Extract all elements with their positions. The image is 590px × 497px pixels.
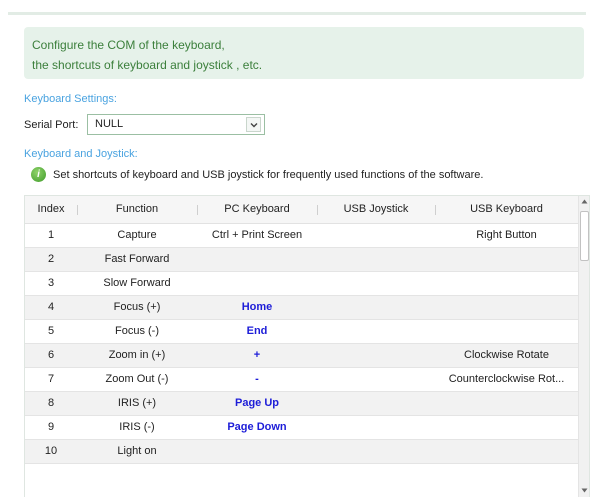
dropdown-button[interactable] <box>246 117 261 132</box>
cell-pc-keyboard[interactable]: Page Up <box>197 392 317 415</box>
cell-usb-keyboard[interactable]: Counterclockwise Rot... <box>435 368 578 391</box>
cell-usb-joystick[interactable] <box>317 224 435 247</box>
cell-index: 9 <box>47 421 55 433</box>
serial-port-label: Serial Port: <box>24 119 79 131</box>
table-row[interactable]: 7 Zoom Out (-) - Counterclockwise Rot... <box>25 368 578 392</box>
table-row[interactable]: 6 Zoom in (+) + Clockwise Rotate <box>25 344 578 368</box>
cell-function: Focus (-) <box>115 325 159 337</box>
cell-index: 3 <box>47 277 55 289</box>
cell-usb-keyboard[interactable] <box>435 440 578 463</box>
table-row[interactable]: 2 Fast Forward <box>25 248 578 272</box>
cell-usb-keyboard[interactable] <box>435 272 578 295</box>
table-row[interactable]: 4 Focus (+) Home <box>25 296 578 320</box>
cell-pc-keyboard[interactable]: End <box>197 320 317 343</box>
cell-usb-joystick[interactable] <box>317 392 435 415</box>
column-header-usb-keyboard[interactable]: USB Keyboard <box>435 196 578 223</box>
vertical-scrollbar[interactable] <box>578 196 589 497</box>
top-bar <box>0 0 590 16</box>
info-icon: i <box>31 167 46 182</box>
cell-pc-keyboard[interactable] <box>197 248 317 271</box>
cell-function: Slow Forward <box>103 277 171 289</box>
scroll-up-arrow-icon[interactable] <box>581 199 588 204</box>
cell-index: 8 <box>47 397 55 409</box>
scroll-down-arrow-icon[interactable] <box>581 488 588 493</box>
column-header-function[interactable]: Function <box>77 196 197 223</box>
cell-function: Focus (+) <box>113 301 161 313</box>
cell-function: Zoom in (+) <box>108 349 166 361</box>
table-row[interactable]: 8 IRIS (+) Page Up <box>25 392 578 416</box>
cell-usb-joystick[interactable] <box>317 296 435 319</box>
keyboard-settings-title: Keyboard Settings: <box>24 93 117 105</box>
description-box: Configure the COM of the keyboard, the s… <box>24 27 584 79</box>
cell-function: Fast Forward <box>104 253 170 265</box>
keyboard-joystick-title: Keyboard and Joystick: <box>24 148 138 160</box>
cell-pc-keyboard[interactable]: Home <box>197 296 317 319</box>
cell-usb-joystick[interactable] <box>317 368 435 391</box>
cell-pc-keyboard[interactable]: Page Down <box>197 416 317 439</box>
table-row[interactable]: 1 Capture Ctrl + Print Screen Right Butt… <box>25 224 578 248</box>
cell-index: 10 <box>44 445 58 457</box>
chevron-down-icon <box>250 123 258 128</box>
scrollbar-thumb[interactable] <box>580 211 589 261</box>
cell-usb-keyboard[interactable] <box>435 320 578 343</box>
cell-index: 7 <box>47 373 55 385</box>
cell-pc-keyboard[interactable] <box>197 272 317 295</box>
cell-function: IRIS (+) <box>117 397 157 409</box>
serial-port-value: NULL <box>95 118 124 130</box>
column-header-usb-joystick[interactable]: USB Joystick <box>317 196 435 223</box>
description-line-1: Configure the COM of the keyboard, <box>32 38 225 52</box>
cell-usb-joystick[interactable] <box>317 248 435 271</box>
cell-usb-keyboard[interactable] <box>435 392 578 415</box>
cell-pc-keyboard[interactable]: + <box>197 344 317 367</box>
cell-usb-joystick[interactable] <box>317 320 435 343</box>
cell-usb-keyboard[interactable] <box>435 416 578 439</box>
cell-usb-joystick[interactable] <box>317 272 435 295</box>
serial-port-select[interactable]: NULL <box>87 114 265 135</box>
cell-function: Zoom Out (-) <box>105 373 169 385</box>
cell-usb-keyboard[interactable]: Right Button <box>435 224 578 247</box>
cell-index: 6 <box>47 349 55 361</box>
cell-index: 1 <box>47 229 55 241</box>
cell-function: Capture <box>117 229 157 241</box>
cell-index: 5 <box>47 325 55 337</box>
cell-usb-keyboard[interactable] <box>435 248 578 271</box>
shortcut-table: Index Function PC Keyboard USB Joystick … <box>24 195 590 497</box>
table-row[interactable]: 3 Slow Forward <box>25 272 578 296</box>
cell-function: Light on <box>117 445 157 457</box>
cell-pc-keyboard[interactable] <box>197 440 317 463</box>
cell-usb-joystick[interactable] <box>317 344 435 367</box>
column-header-index[interactable]: Index <box>25 196 77 223</box>
cell-index: 4 <box>47 301 55 313</box>
shortcut-hint-text: Set shortcuts of keyboard and USB joysti… <box>53 169 484 181</box>
cell-pc-keyboard[interactable]: - <box>197 368 317 391</box>
divider <box>8 12 586 15</box>
cell-function: IRIS (-) <box>119 421 155 433</box>
cell-usb-keyboard[interactable]: Clockwise Rotate <box>435 344 578 367</box>
description-line-2: the shortcuts of keyboard and joystick ,… <box>32 58 263 72</box>
cell-index: 2 <box>47 253 55 265</box>
cell-usb-keyboard[interactable] <box>435 296 578 319</box>
cell-usb-joystick[interactable] <box>317 416 435 439</box>
cell-pc-keyboard[interactable]: Ctrl + Print Screen <box>197 224 317 247</box>
cell-usb-joystick[interactable] <box>317 440 435 463</box>
table-row[interactable]: 10 Light on <box>25 440 578 464</box>
table-row[interactable]: 5 Focus (-) End <box>25 320 578 344</box>
table-header: Index Function PC Keyboard USB Joystick … <box>25 196 578 224</box>
column-header-pc-keyboard[interactable]: PC Keyboard <box>197 196 317 223</box>
table-row[interactable]: 9 IRIS (-) Page Down <box>25 416 578 440</box>
